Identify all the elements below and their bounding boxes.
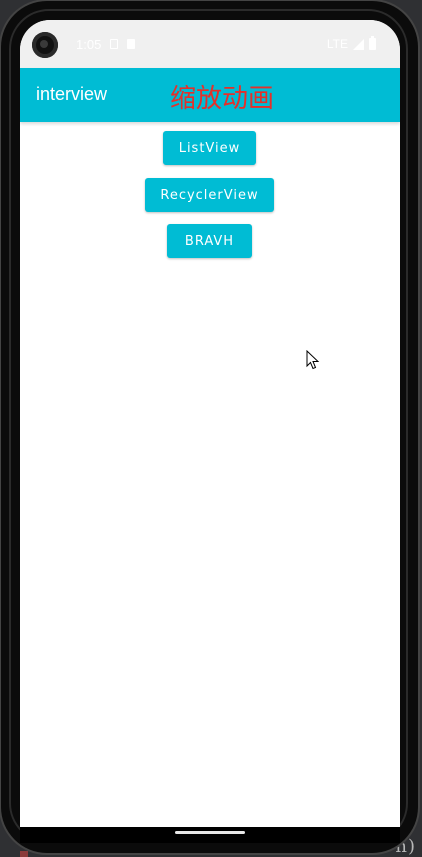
bravh-button[interactable]: BRAVH: [167, 224, 252, 258]
front-camera-icon: [32, 32, 58, 58]
app-subtitle: 缩放动画: [170, 84, 275, 114]
status-indicators: LTE: [326, 36, 376, 51]
mouse-pointer-icon: [306, 350, 320, 370]
navigation-bar: [20, 827, 400, 843]
network-type: LTE: [326, 37, 348, 51]
signal-icon: [353, 38, 364, 50]
home-gesture-handle[interactable]: [175, 831, 245, 834]
phone-frame: 1:05 LTE interview 缩放动画 ListView Recycle…: [1, 1, 418, 853]
sim-card-icon: [110, 39, 118, 49]
editor-marker: [20, 851, 28, 857]
sd-card-icon: [127, 39, 135, 49]
battery-icon: [369, 36, 376, 50]
app-bar: interview 缩放动画: [20, 68, 400, 122]
app-title: interview: [36, 84, 108, 104]
notification-icons: [110, 39, 135, 49]
phone-screen: 1:05 LTE interview 缩放动画 ListView Recycle…: [20, 20, 400, 827]
recyclerview-button[interactable]: RecyclerView: [145, 178, 274, 212]
status-time: 1:05: [76, 37, 102, 52]
status-bar: 1:05 LTE: [20, 20, 400, 68]
listview-button[interactable]: ListView: [163, 131, 256, 165]
